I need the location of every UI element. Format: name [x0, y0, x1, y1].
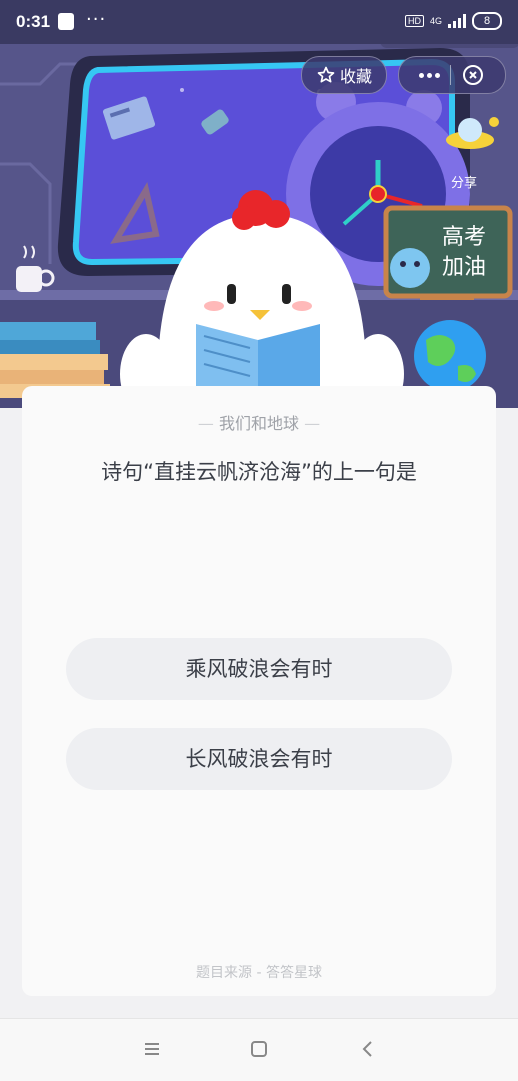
- back-icon[interactable]: [356, 1037, 380, 1061]
- chalkboard: 高考 加油: [383, 205, 513, 300]
- status-indicators: HD 4G 8: [404, 12, 502, 30]
- quiz-source: 题目来源 - 答答星球: [196, 965, 322, 981]
- more-notifications-icon: ···: [86, 9, 107, 30]
- more-icon[interactable]: [419, 72, 440, 78]
- quiz-subject: — 我们和地球 —: [197, 414, 321, 433]
- hero-illustration: 高考 加油: [0, 44, 518, 408]
- classroom-scene: 高考 加油: [0, 44, 518, 408]
- close-target-icon[interactable]: [461, 63, 485, 87]
- capsule-divider: [450, 65, 451, 85]
- favorite-label: 收藏: [339, 67, 372, 86]
- capsule-menu: [398, 56, 506, 94]
- favorite-button[interactable]: 收藏: [301, 56, 387, 94]
- answer-option-2[interactable]: 长风破浪会有时: [66, 728, 452, 790]
- signal-icon: [448, 14, 466, 28]
- menu-icon[interactable]: [140, 1037, 164, 1061]
- app-notification-icon: [58, 13, 74, 30]
- quiz-subject-text: 我们和地球: [218, 414, 299, 433]
- star-icon: [317, 66, 335, 83]
- share-button[interactable]: 分享: [451, 172, 477, 191]
- globe: [414, 320, 486, 392]
- battery-indicator: 8: [472, 12, 502, 30]
- quiz-question: 诗句“直挂云帆济沧海”的上一句是: [101, 460, 417, 484]
- board-text-2: 加油: [442, 255, 486, 280]
- hd-badge: HD: [404, 15, 424, 27]
- board-text-1: 高考: [442, 225, 486, 250]
- status-time: 0:31: [16, 12, 51, 31]
- network-type: 4G: [429, 16, 442, 26]
- home-icon[interactable]: [247, 1037, 271, 1061]
- system-nav-bar: [0, 1018, 518, 1081]
- quiz-card: — 我们和地球 — 诗句“直挂云帆济沧海”的上一句是 乘风破浪会有时 长风破浪会…: [22, 386, 496, 996]
- status-bar: 0:31 ··· HD 4G 8: [0, 0, 518, 44]
- answer-option-1[interactable]: 乘风破浪会有时: [66, 638, 452, 700]
